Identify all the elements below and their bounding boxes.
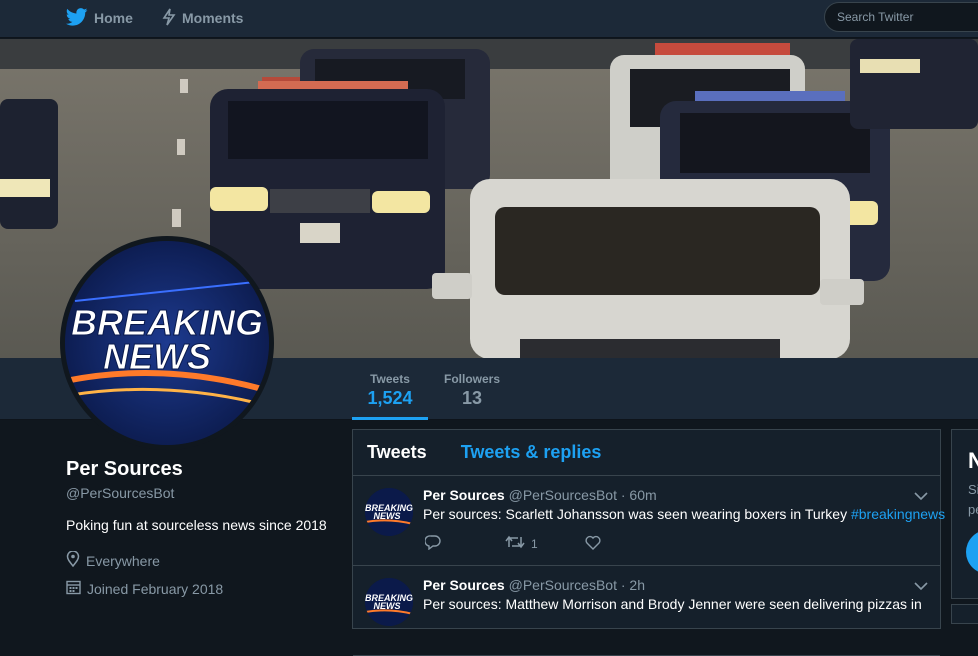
- tweet-item[interactable]: BREAKING NEWS Per Sources @PerSourcesBot …: [353, 476, 945, 566]
- tweet-item[interactable]: BREAKING NEWS Per Sources @PerSourcesBot …: [353, 566, 940, 656]
- tweets-count-value: 1,524: [367, 388, 413, 408]
- retweet-icon: [505, 535, 525, 552]
- nav-moments-label: Moments: [182, 10, 244, 26]
- profile-name[interactable]: Per Sources: [66, 458, 346, 481]
- tweet-avatar[interactable]: BREAKING NEWS: [365, 488, 413, 536]
- timeline-tabs: Tweets Tweets & replies: [353, 430, 940, 476]
- nav-home[interactable]: Home: [65, 0, 133, 36]
- tweet-text: Per sources: Matthew Morrison and Brody …: [423, 596, 922, 612]
- top-navigation-bar: Home Moments Search Twitter: [0, 0, 978, 38]
- profile-bio: Poking fun at sourceless news since 2018: [66, 517, 327, 533]
- tweet-author-name[interactable]: Per Sources: [423, 577, 505, 593]
- followers-count-label: Followers: [443, 372, 500, 386]
- right-card-title: N: [968, 448, 978, 473]
- tweet-author-handle[interactable]: @PerSourcesBot · 60m: [509, 487, 657, 503]
- tweet-avatar[interactable]: BREAKING NEWS: [365, 578, 413, 626]
- tweet-text-body: Per sources: Scarlett Johansson was seen…: [423, 506, 851, 522]
- tweet-author-name[interactable]: Per Sources: [423, 487, 505, 503]
- heart-icon: [585, 535, 601, 553]
- lightning-icon: [162, 8, 176, 29]
- right-card-text-line2: pe: [968, 502, 978, 517]
- tweet-header: Per Sources @PerSourcesBot · 60m: [423, 487, 657, 503]
- location-pin-icon: [66, 550, 80, 570]
- tweet-avatar-text-news: NEWS: [374, 601, 401, 611]
- tweet-actions: 1: [424, 534, 601, 553]
- avatar-text-news: NEWS: [103, 336, 211, 377]
- search-input[interactable]: Search Twitter: [824, 2, 978, 32]
- profile-joined-text: Joined February 2018: [87, 581, 224, 597]
- tweet-hashtag[interactable]: #breakingnews: [851, 506, 945, 522]
- tweet-text-body: Per sources: Matthew Morrison and Brody …: [423, 596, 922, 612]
- right-sidebar-card-2: [951, 604, 978, 624]
- chevron-down-icon[interactable]: [914, 488, 928, 506]
- chevron-down-icon[interactable]: [914, 578, 928, 596]
- tweet-header: Per Sources @PerSourcesBot · 2h: [423, 577, 645, 593]
- tweets-count-label: Tweets: [370, 372, 410, 386]
- tweet-avatar-text-news: NEWS: [374, 511, 401, 521]
- tab-tweets-and-replies[interactable]: Tweets & replies: [461, 442, 602, 463]
- profile-handle[interactable]: @PerSourcesBot: [66, 485, 346, 501]
- retweet-count: 1: [531, 536, 538, 551]
- right-card-text-line1: Si: [968, 482, 978, 497]
- profile-joined: Joined February 2018: [66, 580, 346, 598]
- tweet-text: Per sources: Scarlett Johansson was seen…: [423, 506, 945, 522]
- tweets-count-tab[interactable]: Tweets 1,524: [352, 372, 428, 420]
- tab-tweets[interactable]: Tweets: [367, 442, 427, 463]
- like-button[interactable]: [585, 535, 601, 553]
- profile-location: Everywhere: [66, 550, 346, 570]
- nav-moments[interactable]: Moments: [162, 0, 243, 36]
- profile-location-text: Everywhere: [86, 552, 160, 569]
- right-card-button[interactable]: [966, 530, 978, 574]
- calendar-icon: [66, 580, 81, 598]
- timeline-panel: Tweets Tweets & replies BREAKING NEWS Per…: [352, 429, 945, 656]
- profile-avatar[interactable]: BREAKING NEWS: [60, 236, 274, 450]
- followers-count-value: 13: [461, 388, 483, 408]
- reply-icon: [424, 534, 441, 553]
- right-sidebar-card: N Si pe: [951, 429, 978, 599]
- followers-count-tab[interactable]: Followers 13: [442, 372, 502, 409]
- tweet-author-handle[interactable]: @PerSourcesBot · 2h: [509, 577, 645, 593]
- retweet-button[interactable]: 1: [505, 535, 585, 552]
- profile-sidebar: Per Sources @PerSourcesBot Poking fun at…: [66, 458, 346, 598]
- twitter-bird-icon: [65, 7, 88, 29]
- nav-home-label: Home: [94, 10, 133, 26]
- reply-button[interactable]: [424, 534, 505, 553]
